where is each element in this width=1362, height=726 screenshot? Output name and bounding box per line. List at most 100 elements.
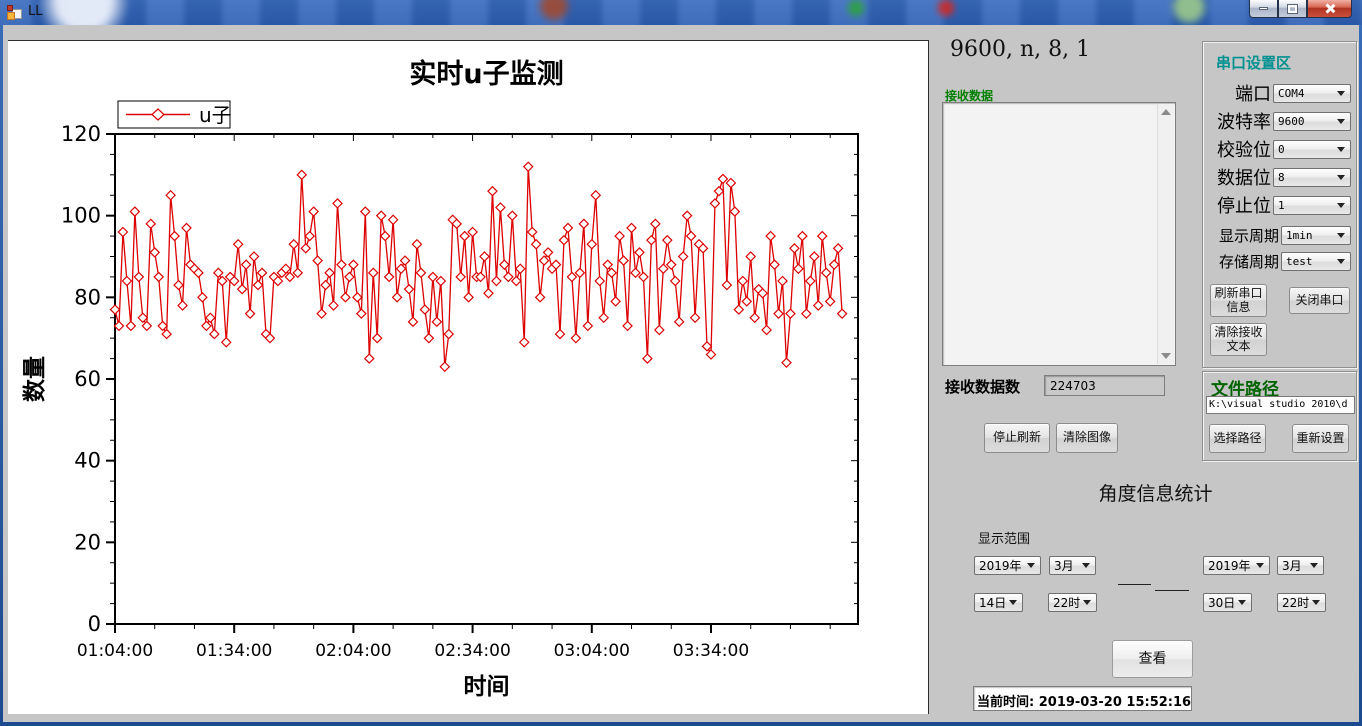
scroll-down-icon[interactable] bbox=[1161, 353, 1171, 359]
display-period-select[interactable]: 1min bbox=[1281, 226, 1351, 245]
chevron-down-icon bbox=[1337, 259, 1345, 264]
file-path-field[interactable]: K:\visual studio 2010\d bbox=[1206, 396, 1355, 414]
refresh-serial-button[interactable]: 刷新串口信息 bbox=[1210, 284, 1267, 317]
serial-settings-group: 串口设置区 端口 COM4 波特率 9600 校验位 0 数据位 8 停止位 1 bbox=[1202, 41, 1357, 368]
parity-select[interactable]: 0 bbox=[1273, 140, 1351, 159]
from-hour-select[interactable]: 22时 bbox=[1048, 593, 1097, 612]
store-period-row: 存储周期 test bbox=[1205, 251, 1351, 271]
muon-chart-panel: 0 20 40 60 80 100 120 01:04:00 01:34:00 02:04:00 0… bbox=[8, 40, 929, 714]
port-select[interactable]: COM4 bbox=[1273, 84, 1351, 103]
clear-image-button[interactable]: 清除图像 bbox=[1056, 423, 1118, 453]
receive-count-field[interactable]: 224703 bbox=[1044, 375, 1165, 396]
from-year-select[interactable]: 2019年 bbox=[974, 556, 1041, 575]
minimize-button[interactable] bbox=[1249, 0, 1278, 18]
svg-text:02:34:00: 02:34:00 bbox=[434, 641, 510, 661]
range-separator-line bbox=[1155, 590, 1189, 591]
parity-row: 校验位 0 bbox=[1205, 139, 1351, 159]
range-separator-line bbox=[1118, 584, 1151, 585]
chevron-down-icon bbox=[1337, 91, 1345, 96]
from-month-select[interactable]: 3月 bbox=[1049, 556, 1096, 575]
chevron-down-icon bbox=[1082, 563, 1090, 568]
close-button[interactable] bbox=[1307, 0, 1352, 18]
window-controls bbox=[1249, 0, 1352, 18]
port-label: 端口 bbox=[1205, 80, 1273, 106]
scroll-up-icon[interactable] bbox=[1161, 109, 1171, 115]
aero-glass-background bbox=[0, 0, 1362, 25]
baud-row: 波特率 9600 bbox=[1205, 111, 1351, 131]
muon-chart: 0 20 40 60 80 100 120 01:04:00 01:34:00 02:04:00 0… bbox=[8, 41, 929, 715]
stopbits-label: 停止位 bbox=[1205, 192, 1273, 218]
minimize-icon bbox=[1259, 7, 1268, 10]
to-year-select[interactable]: 2019年 bbox=[1203, 556, 1270, 575]
port-row: 端口 COM4 bbox=[1205, 83, 1351, 103]
chevron-down-icon bbox=[1312, 600, 1320, 605]
chevron-down-icon bbox=[1310, 563, 1318, 568]
svg-text:20: 20 bbox=[74, 530, 101, 554]
serial-settings-title: 串口设置区 bbox=[1216, 52, 1291, 73]
svg-text:数量: 数量 bbox=[22, 356, 48, 402]
app-icon bbox=[7, 5, 22, 20]
to-hour-select[interactable]: 22时 bbox=[1277, 593, 1326, 612]
stop-refresh-button[interactable]: 停止刷新 bbox=[984, 423, 1050, 453]
client-area: 02040608010012001:04:0001:34:0002:04:000… bbox=[3, 25, 1359, 722]
close-icon bbox=[1324, 3, 1335, 14]
title-bar: LL bbox=[0, 0, 1362, 25]
baud-select[interactable]: 9600 bbox=[1273, 112, 1351, 131]
databits-label: 数据位 bbox=[1205, 164, 1273, 190]
file-path-group: 文件路径 K:\visual studio 2010\d 选择路径 重新设置 bbox=[1202, 371, 1357, 461]
chevron-down-icon bbox=[1256, 563, 1264, 568]
display-period-label: 显示周期 bbox=[1205, 225, 1281, 246]
baud-label: 波特率 bbox=[1205, 108, 1273, 134]
scrollbar[interactable] bbox=[1157, 104, 1174, 364]
svg-text:实时u子监测: 实时u子监测 bbox=[409, 58, 563, 90]
svg-text:时间: 时间 bbox=[464, 674, 510, 700]
chevron-down-icon bbox=[1009, 600, 1017, 605]
chevron-down-icon bbox=[1337, 233, 1345, 238]
receive-data-textbox[interactable] bbox=[942, 102, 1176, 366]
chevron-down-icon bbox=[1027, 563, 1035, 568]
chevron-down-icon bbox=[1337, 147, 1345, 152]
svg-text:0: 0 bbox=[88, 612, 101, 636]
display-period-row: 显示周期 1min bbox=[1205, 225, 1351, 245]
to-month-select[interactable]: 3月 bbox=[1277, 556, 1324, 575]
port-summary-text: 9600, n, 8, 1 bbox=[950, 37, 1090, 62]
to-day-select[interactable]: 30日 bbox=[1203, 593, 1252, 612]
svg-text:02:04:00: 02:04:00 bbox=[315, 641, 391, 661]
chevron-down-icon bbox=[1337, 175, 1345, 180]
svg-text:60: 60 bbox=[74, 367, 101, 391]
svg-text:u子: u子 bbox=[199, 103, 232, 127]
window-title: LL bbox=[28, 4, 43, 19]
svg-text:03:34:00: 03:34:00 bbox=[673, 641, 749, 661]
svg-text:03:04:00: 03:04:00 bbox=[554, 641, 630, 661]
chevron-down-icon bbox=[1083, 600, 1091, 605]
maximize-button[interactable] bbox=[1278, 0, 1307, 18]
databits-row: 数据位 8 bbox=[1205, 167, 1351, 187]
from-day-select[interactable]: 14日 bbox=[974, 593, 1023, 612]
svg-text:120: 120 bbox=[61, 122, 101, 146]
stopbits-select[interactable]: 1 bbox=[1273, 196, 1351, 215]
stopbits-row: 停止位 1 bbox=[1205, 195, 1351, 215]
store-period-label: 存储周期 bbox=[1205, 251, 1281, 272]
parity-label: 校验位 bbox=[1205, 136, 1273, 162]
choose-path-button[interactable]: 选择路径 bbox=[1209, 424, 1266, 453]
clear-receive-text-button[interactable]: 清除接收文本 bbox=[1210, 323, 1267, 356]
angle-stats-title: 角度信息统计 bbox=[1003, 479, 1308, 506]
svg-text:80: 80 bbox=[74, 285, 101, 309]
chevron-down-icon bbox=[1238, 600, 1246, 605]
store-period-select[interactable]: test bbox=[1281, 252, 1351, 271]
maximize-icon bbox=[1288, 5, 1297, 13]
display-range-label: 显示范围 bbox=[978, 528, 1030, 547]
svg-text:01:04:00: 01:04:00 bbox=[77, 641, 153, 661]
databits-select[interactable]: 8 bbox=[1273, 168, 1351, 187]
current-time-field: 当前时间: 2019-03-20 15:52:16 bbox=[973, 686, 1192, 711]
svg-text:40: 40 bbox=[74, 449, 101, 473]
svg-text:01:34:00: 01:34:00 bbox=[196, 641, 272, 661]
receive-count-label: 接收数据数 bbox=[945, 376, 1020, 397]
chevron-down-icon bbox=[1337, 119, 1345, 124]
svg-text:100: 100 bbox=[61, 204, 101, 228]
view-button[interactable]: 查看 bbox=[1112, 640, 1193, 678]
chevron-down-icon bbox=[1337, 203, 1345, 208]
close-serial-button[interactable]: 关闭串口 bbox=[1289, 287, 1350, 314]
app-window: LL 02040608010012001:04:0001:34:0002:04:… bbox=[0, 0, 1362, 726]
reset-button[interactable]: 重新设置 bbox=[1292, 424, 1349, 453]
